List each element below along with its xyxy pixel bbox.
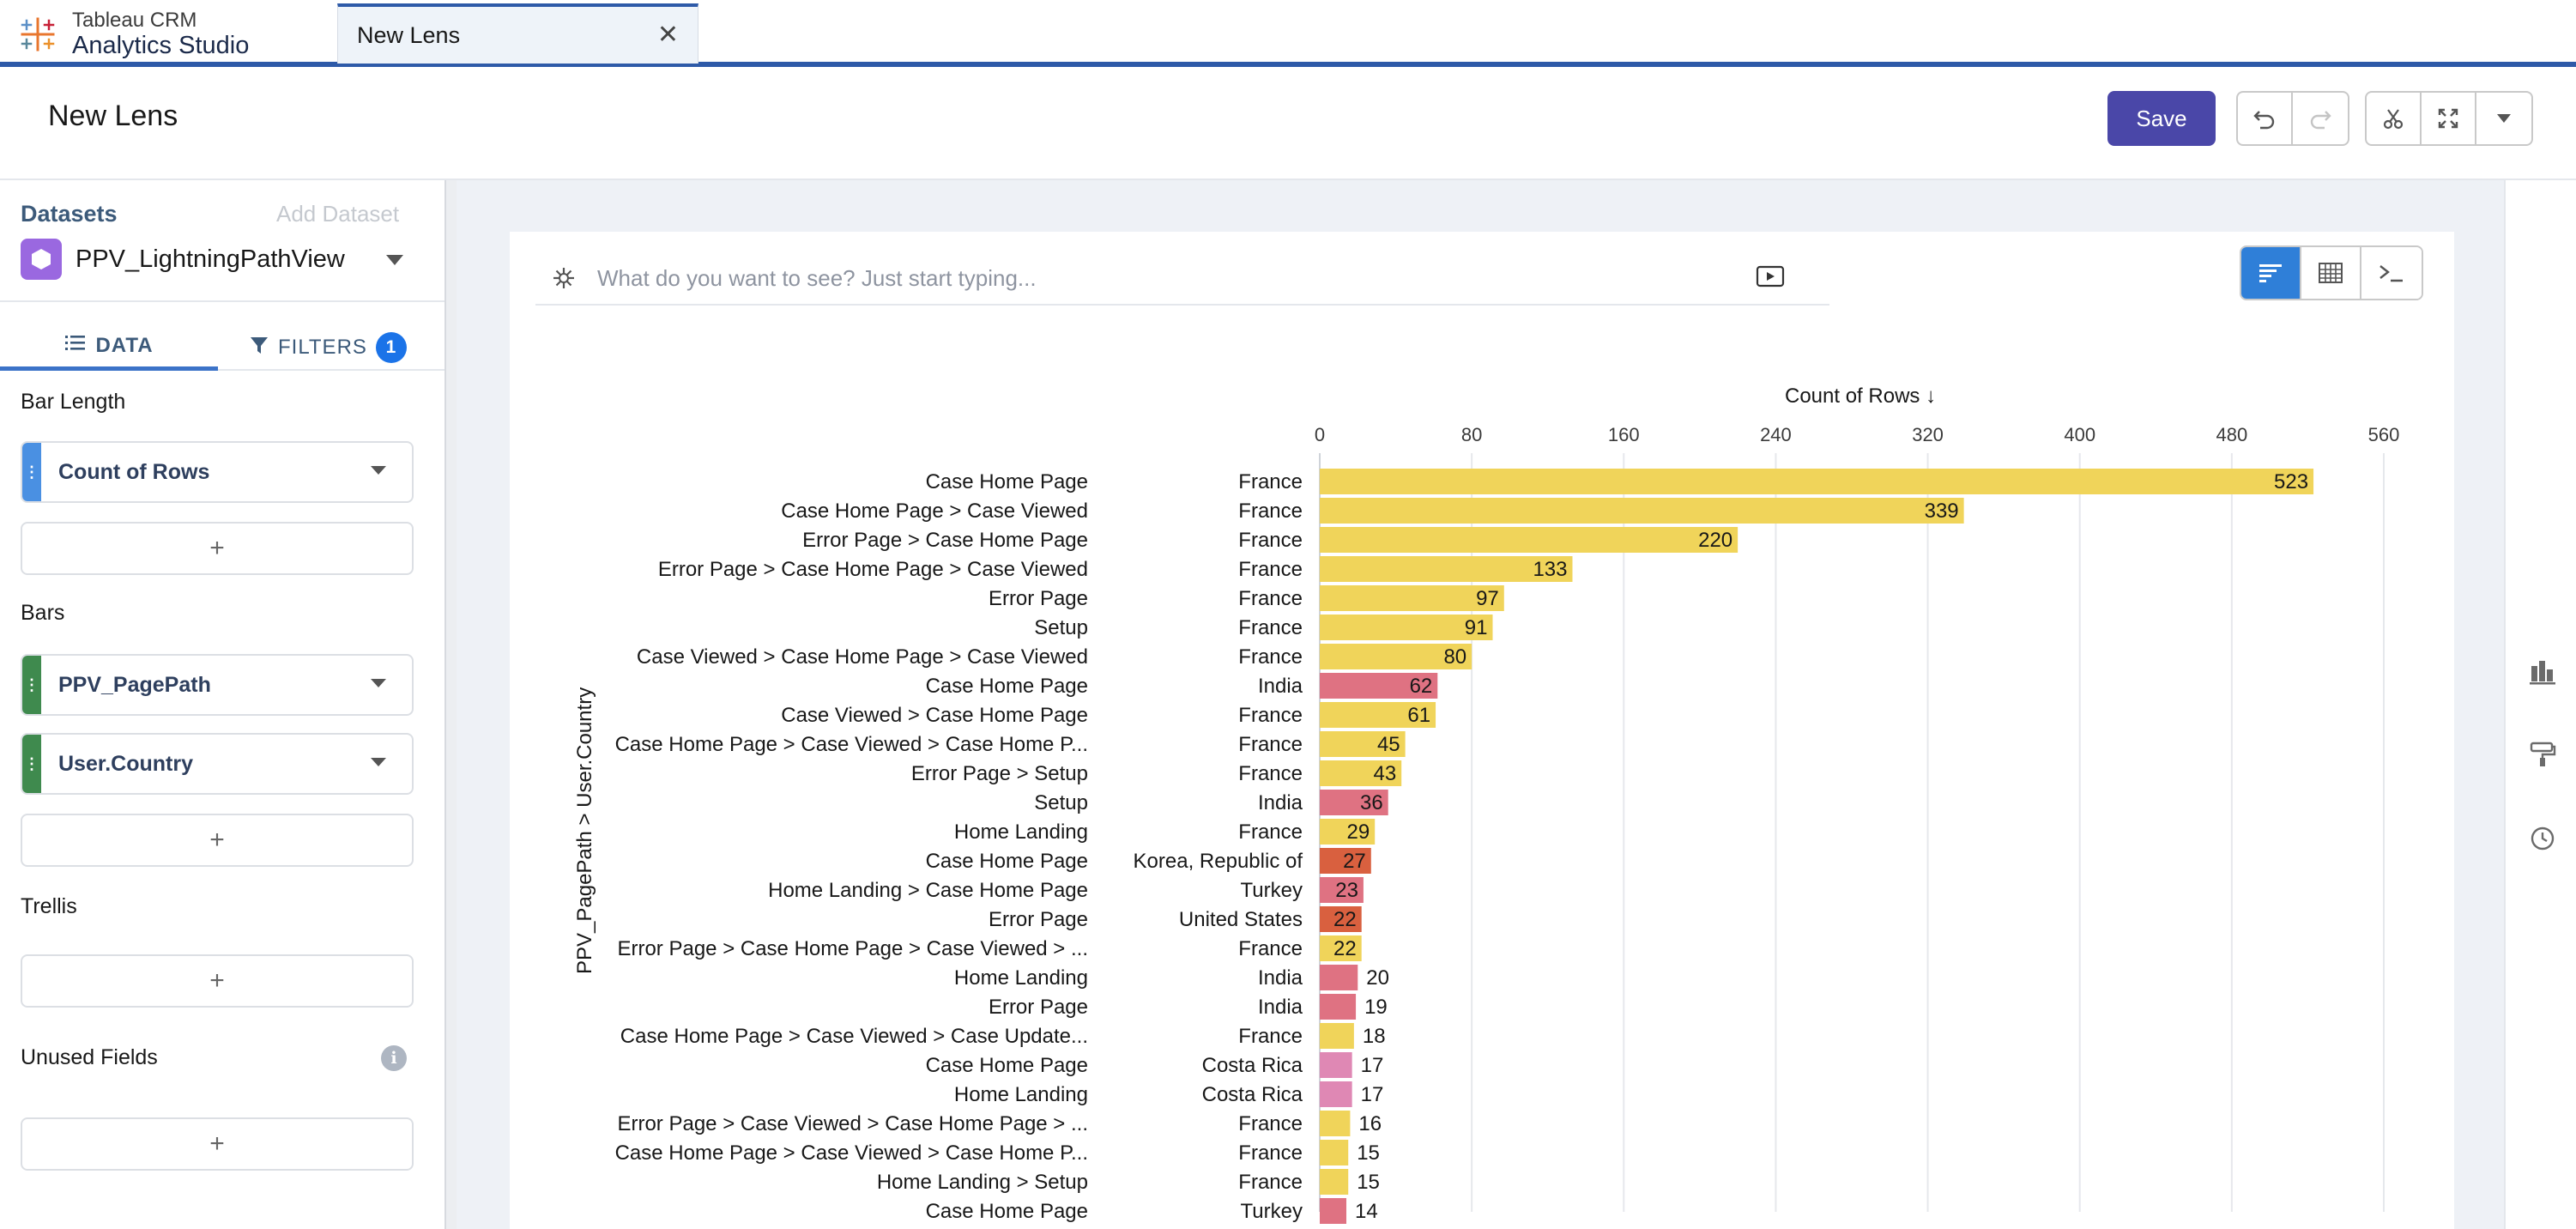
bar-country-label: France: [1238, 587, 1303, 610]
bar-category-label: Error Page: [989, 908, 1088, 931]
bar: [1320, 1169, 1349, 1195]
bar-category-label: Error Page > Case Home Page > Case Viewe…: [617, 937, 1088, 960]
bar-category-label: Error Page: [989, 996, 1088, 1019]
bar-country-label: Turkey: [1241, 1200, 1303, 1223]
bar-country-label: France: [1238, 470, 1303, 493]
bar-value-label: 17: [1361, 1054, 1384, 1077]
x-tick-label: 160: [1608, 424, 1640, 445]
bar-value-label: 91: [1465, 616, 1488, 639]
x-tick-label: 480: [2216, 424, 2247, 445]
bar-category-label: Case Home Page: [926, 1200, 1088, 1223]
x-tick-label: 240: [1760, 424, 1792, 445]
bar-value-label: 97: [1476, 587, 1499, 610]
bar-category-label: Case Home Page: [926, 470, 1088, 493]
bar-country-label: France: [1238, 1171, 1303, 1194]
bar-value-label: 23: [1335, 879, 1358, 902]
bar-category-label: Case Viewed > Case Home Page: [781, 704, 1088, 727]
bar-category-label: Case Home Page: [926, 1054, 1088, 1077]
bar-value-label: 133: [1533, 558, 1567, 581]
bar-value-label: 29: [1347, 820, 1370, 844]
bar-value-label: 62: [1410, 675, 1433, 698]
bar-category-label: Setup: [1034, 616, 1088, 639]
x-tick-label: 0: [1315, 424, 1325, 445]
bar-category-label: Case Home Page > Case Viewed > Case Home…: [615, 733, 1088, 756]
bar-value-label: 36: [1360, 791, 1383, 814]
bar-value-label: 61: [1407, 704, 1430, 727]
bar-value-label: 14: [1355, 1200, 1378, 1223]
bar-country-label: France: [1238, 1141, 1303, 1165]
bar-country-label: France: [1238, 762, 1303, 785]
bar-country-label: France: [1238, 499, 1303, 523]
bar-value-label: 18: [1363, 1025, 1386, 1048]
x-tick-label: 80: [1461, 424, 1482, 445]
bar: [1320, 1081, 1352, 1107]
bar-category-label: Case Home Page: [926, 675, 1088, 698]
bar-value-label: 43: [1374, 762, 1397, 785]
bar-country-label: France: [1238, 1112, 1303, 1135]
bar-country-label: France: [1238, 820, 1303, 844]
bar-value-label: 45: [1377, 733, 1400, 756]
bar-value-label: 22: [1333, 908, 1357, 931]
bar-category-label: Error Page: [989, 587, 1088, 610]
bar-country-label: India: [1258, 791, 1303, 814]
bar-value-label: 19: [1364, 996, 1388, 1019]
bar-category-label: Error Page > Case Home Page > Case Viewe…: [658, 558, 1088, 581]
bar-category-label: Home Landing > Case Home Page: [768, 879, 1088, 902]
bar-value-label: 220: [1698, 529, 1732, 552]
bar-country-label: India: [1258, 966, 1303, 990]
bar: [1320, 1023, 1354, 1049]
bar-country-label: France: [1238, 558, 1303, 581]
bar-value-label: 16: [1358, 1112, 1382, 1135]
bar: [1320, 1198, 1346, 1224]
bar-value-label: 80: [1443, 645, 1466, 669]
bar: [1320, 527, 1738, 553]
bar-value-label: 22: [1333, 937, 1357, 960]
x-tick-label: 400: [2064, 424, 2095, 445]
bar-value-label: 27: [1343, 850, 1366, 873]
bar-country-label: India: [1258, 675, 1303, 698]
bar-category-label: Home Landing > Setup: [877, 1171, 1088, 1194]
bar: [1320, 1140, 1349, 1165]
bar-category-label: Setup: [1034, 791, 1088, 814]
bar: [1320, 994, 1357, 1020]
bar-country-label: France: [1238, 529, 1303, 552]
bar-value-label: 15: [1357, 1171, 1380, 1194]
bar: [1320, 469, 2314, 494]
bar-category-label: Error Page > Setup: [911, 762, 1088, 785]
bar: [1320, 1052, 1352, 1078]
x-tick-label: 320: [1912, 424, 1944, 445]
bar-category-label: Home Landing: [954, 1083, 1088, 1106]
bar-country-label: France: [1238, 733, 1303, 756]
bar-category-label: Error Page > Case Home Page: [802, 529, 1088, 552]
bar-category-label: Error Page > Case Viewed > Case Home Pag…: [617, 1112, 1088, 1135]
bar-country-label: France: [1238, 616, 1303, 639]
bar-country-label: Turkey: [1241, 879, 1303, 902]
bar-category-label: Case Home Page > Case Viewed: [781, 499, 1088, 523]
bar-category-label: Case Home Page > Case Viewed > Case Home…: [615, 1141, 1088, 1165]
bar-value-label: 523: [2274, 470, 2308, 493]
bar-country-label: France: [1238, 645, 1303, 669]
bar-country-label: France: [1238, 937, 1303, 960]
bar: [1320, 965, 1358, 990]
bar-country-label: Costa Rica: [1202, 1054, 1303, 1077]
bar-country-label: Korea, Republic of: [1134, 850, 1303, 873]
bar-country-label: United States: [1179, 908, 1303, 931]
bar: [1320, 1111, 1351, 1136]
bar-value-label: 339: [1925, 499, 1959, 523]
bar-country-label: France: [1238, 704, 1303, 727]
bar-category-label: Case Home Page > Case Viewed > Case Upda…: [620, 1025, 1088, 1048]
bar-country-label: India: [1258, 996, 1303, 1019]
bar-category-label: Case Home Page: [926, 850, 1088, 873]
bar-value-label: 15: [1357, 1141, 1380, 1165]
bar-category-label: Home Landing: [954, 966, 1088, 990]
bar-category-label: Home Landing: [954, 820, 1088, 844]
bar: [1320, 498, 1964, 524]
bar-country-label: France: [1238, 1025, 1303, 1048]
bar-country-label: Costa Rica: [1202, 1083, 1303, 1106]
x-tick-label: 560: [2368, 424, 2400, 445]
bar-chart: 0 80 160 240 320 400 480 560 Case Home Page Franc…: [615, 424, 2400, 1224]
bar-value-label: 17: [1361, 1083, 1384, 1106]
bar-value-label: 20: [1366, 966, 1389, 990]
bar-category-label: Case Viewed > Case Home Page > Case View…: [637, 645, 1088, 669]
